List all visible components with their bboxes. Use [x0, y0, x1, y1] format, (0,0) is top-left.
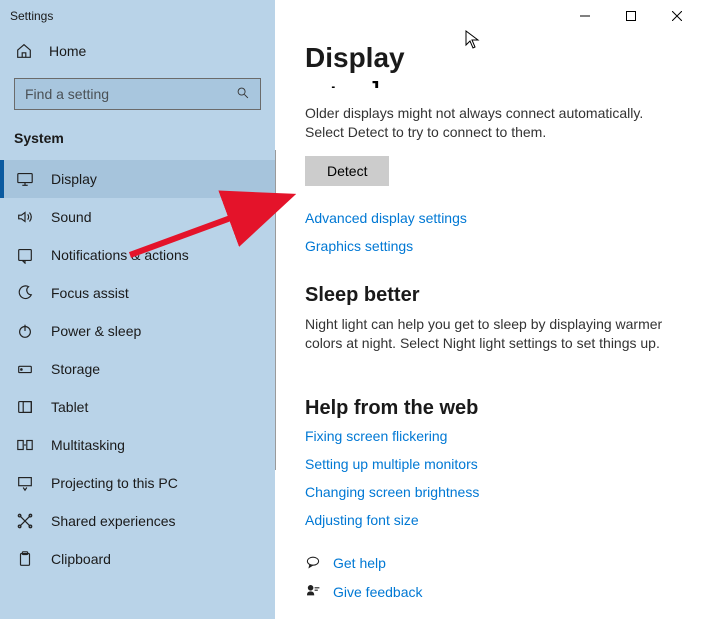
help-from-web-heading: Help from the web [305, 397, 700, 420]
window-title: Settings [10, 9, 53, 23]
detect-button[interactable]: Detect [305, 156, 389, 186]
home-icon [15, 42, 33, 60]
sidebar-item-label: Clipboard [51, 551, 111, 567]
moon-icon [15, 284, 35, 302]
sidebar-item-label: Tablet [51, 399, 88, 415]
feedback-icon [305, 583, 321, 602]
sleep-better-description: Night light can help you get to sleep by… [305, 315, 700, 353]
search-icon [236, 86, 250, 103]
clipboard-icon [15, 550, 35, 568]
sleep-better-heading: Sleep better [305, 284, 700, 307]
category-header: System [0, 124, 275, 160]
sidebar-item-label: Sound [51, 209, 91, 225]
display-icon [15, 170, 35, 188]
power-icon [15, 322, 35, 340]
projecting-icon [15, 474, 35, 492]
minimize-button[interactable] [562, 0, 608, 32]
scroll-indicator[interactable] [275, 150, 276, 470]
sidebar-item-tablet[interactable]: Tablet [0, 388, 275, 426]
detect-description: Older displays might not always connect … [305, 104, 675, 142]
help-link[interactable]: Fixing screen flickering [305, 428, 700, 444]
sidebar-item-notifications[interactable]: Notifications & actions [0, 236, 275, 274]
get-help-link[interactable]: Get help [333, 555, 386, 571]
tablet-icon [15, 398, 35, 416]
help-link[interactable]: Setting up multiple monitors [305, 456, 700, 472]
sidebar: Settings Home Find a setting System Disp… [0, 0, 275, 619]
notifications-icon [15, 246, 35, 264]
sidebar-item-sound[interactable]: Sound [0, 198, 275, 236]
sidebar-item-label: Display [51, 171, 97, 187]
storage-icon [15, 360, 35, 378]
sidebar-item-storage[interactable]: Storage [0, 350, 275, 388]
sidebar-item-projecting[interactable]: Projecting to this PC [0, 464, 275, 502]
search-placeholder: Find a setting [25, 86, 109, 102]
multitasking-icon [15, 436, 35, 454]
sidebar-item-multitasking[interactable]: Multitasking [0, 426, 275, 464]
sidebar-item-label: Focus assist [51, 285, 129, 301]
sound-icon [15, 208, 35, 226]
help-link[interactable]: Changing screen brightness [305, 484, 700, 500]
sidebar-item-label: Shared experiences [51, 513, 176, 529]
sidebar-item-clipboard[interactable]: Clipboard [0, 540, 275, 578]
clipped-heading: — · — J [305, 78, 700, 88]
main-content: Display — · — J Older displays might not… [275, 0, 720, 619]
help-link[interactable]: Adjusting font size [305, 512, 700, 528]
graphics-settings-link[interactable]: Graphics settings [305, 238, 700, 254]
titlebar-right [305, 0, 700, 32]
home-label: Home [49, 43, 86, 59]
search-input[interactable]: Find a setting [14, 78, 261, 110]
home-button[interactable]: Home [0, 32, 275, 70]
page-title: Display [305, 42, 700, 74]
sidebar-item-label: Projecting to this PC [51, 475, 178, 491]
maximize-button[interactable] [608, 0, 654, 32]
titlebar-left: Settings [0, 0, 275, 32]
sidebar-item-label: Multitasking [51, 437, 125, 453]
sidebar-item-label: Storage [51, 361, 100, 377]
chat-help-icon [305, 554, 321, 573]
sidebar-item-label: Notifications & actions [51, 247, 189, 263]
sidebar-item-focus-assist[interactable]: Focus assist [0, 274, 275, 312]
sidebar-item-shared-experiences[interactable]: Shared experiences [0, 502, 275, 540]
close-button[interactable] [654, 0, 700, 32]
advanced-display-settings-link[interactable]: Advanced display settings [305, 210, 700, 226]
sidebar-item-label: Power & sleep [51, 323, 141, 339]
sidebar-item-power-sleep[interactable]: Power & sleep [0, 312, 275, 350]
sidebar-item-display[interactable]: Display [0, 160, 275, 198]
give-feedback-link[interactable]: Give feedback [333, 584, 423, 600]
shared-icon [15, 512, 35, 530]
